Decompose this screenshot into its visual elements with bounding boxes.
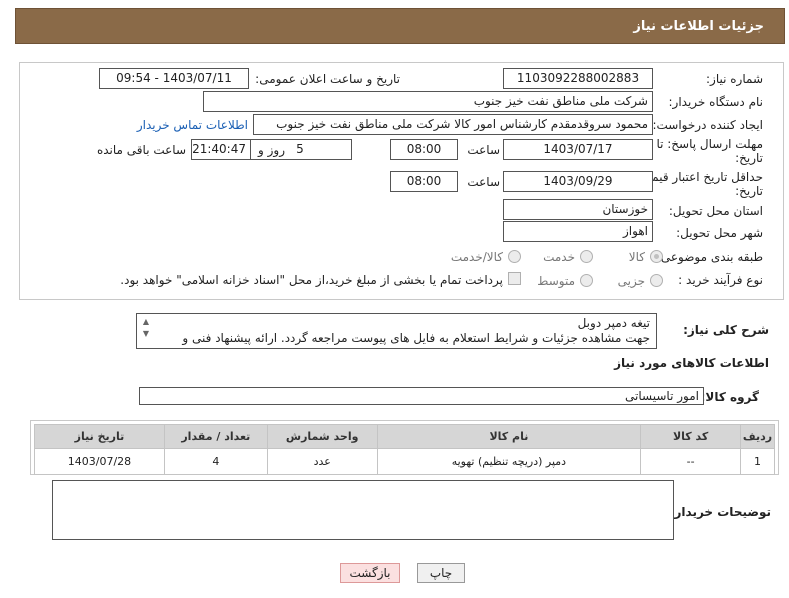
delivery-city-label: شهر محل تحویل: xyxy=(676,226,763,240)
buyer-org-field: شرکت ملی مناطق نفت خیز جنوب xyxy=(203,91,653,112)
goods-group-field: امور تاسیساتی xyxy=(139,387,704,405)
announce-datetime-label: تاریخ و ساعت اعلان عمومی: xyxy=(255,72,400,86)
price-validity-label-line2: تاریخ: xyxy=(735,184,763,198)
col-header-row: ردیف xyxy=(740,424,775,449)
cell-date: 1403/07/28 xyxy=(34,448,165,475)
page-header: جزئیات اطلاعات نیاز xyxy=(15,8,785,44)
process-option-minor: جزیی xyxy=(617,274,645,288)
description-line-1: تیغه دمپر دوبل xyxy=(577,316,650,330)
cell-row: 1 xyxy=(740,448,775,475)
buyer-contact-link[interactable]: اطلاعات تماس خریدار xyxy=(137,118,248,132)
treasury-payment-note: پرداخت تمام یا بخشی از مبلغ خرید،از محل … xyxy=(120,273,503,287)
description-line-2: جهت مشاهده جزئیات و شرایط استعلام به فای… xyxy=(182,331,650,348)
process-radio-minor[interactable] xyxy=(650,274,663,287)
category-radio-goods[interactable] xyxy=(650,250,663,263)
description-label: شرح کلی نیاز: xyxy=(683,323,769,337)
cell-code: -- xyxy=(640,448,742,475)
category-label: طبقه بندی موضوعی: xyxy=(656,250,763,264)
goods-group-label: گروه کالا: xyxy=(700,390,759,404)
delivery-city-field: اهواز xyxy=(503,221,653,242)
page-title: جزئیات اطلاعات نیاز xyxy=(633,19,764,34)
cell-unit: عدد xyxy=(266,448,378,475)
remaining-days-label: روز و xyxy=(258,143,285,157)
need-details-panel: شماره نیاز: 1103092288002883 تاریخ و ساع… xyxy=(19,62,784,300)
buyer-org-label: نام دستگاه خریدار: xyxy=(668,95,764,109)
buyer-notes-label: توضیحات خریدار: xyxy=(669,505,771,519)
reply-deadline-time-field: 08:00 xyxy=(390,139,458,160)
col-header-name: نام کالا xyxy=(376,424,642,449)
buyer-notes-field[interactable] xyxy=(52,480,674,540)
remaining-time-label: ساعت باقی مانده xyxy=(96,143,186,157)
price-validity-date-field: 1403/09/29 xyxy=(503,171,653,192)
requester-field: محمود سروقدمقدم کارشناس امور کالا شرکت م… xyxy=(253,114,653,135)
category-option-service: خدمت xyxy=(543,250,575,264)
goods-info-title: اطلاعات کالاهای مورد نیاز xyxy=(614,356,769,370)
category-option-goods-service: کالا/خدمت xyxy=(450,250,503,264)
remaining-time-field: 21:40:47 xyxy=(191,139,251,160)
reply-deadline-label-line2: تاریخ: xyxy=(735,151,763,165)
table-row: 1 -- دمپر (دریچه تنظیم) تهویه عدد 4 1403… xyxy=(34,448,775,475)
treasury-payment-checkbox[interactable] xyxy=(508,272,521,285)
category-radio-service[interactable] xyxy=(580,250,593,263)
price-validity-time-field: 08:00 xyxy=(390,171,458,192)
process-radio-medium[interactable] xyxy=(580,274,593,287)
reply-deadline-label-line1: مهلت ارسال پاسخ: تا xyxy=(656,137,763,151)
description-textarea[interactable]: ▲ ▼ تیغه دمپر دوبل جهت مشاهده جزئیات و ش… xyxy=(136,313,657,349)
requester-label: ایجاد کننده درخواست: xyxy=(652,118,763,132)
col-header-code: کد کالا xyxy=(640,424,742,449)
col-header-date: تاریخ نیاز xyxy=(34,424,165,449)
process-option-medium: متوسط xyxy=(537,274,575,288)
scroll-down-icon[interactable]: ▼ xyxy=(139,328,153,340)
price-validity-time-label: ساعت xyxy=(467,175,500,189)
reply-deadline-time-label: ساعت xyxy=(467,143,500,157)
col-header-unit: واحد شمارش xyxy=(266,424,378,449)
delivery-province-field: خوزستان xyxy=(503,199,653,220)
purchase-process-label: نوع فرآیند خرید : xyxy=(678,273,763,287)
reply-deadline-date-field: 1403/07/17 xyxy=(503,139,653,160)
category-radio-goods-service[interactable] xyxy=(508,250,521,263)
need-number-label: شماره نیاز: xyxy=(706,72,763,86)
category-option-goods: کالا xyxy=(628,250,645,264)
announce-datetime-field: 1403/07/11 - 09:54 xyxy=(99,68,249,89)
print-button[interactable]: چاپ xyxy=(417,563,465,583)
back-button[interactable]: بازگشت xyxy=(340,563,400,583)
cell-quantity: 4 xyxy=(163,448,268,475)
scroll-up-icon[interactable]: ▲ xyxy=(139,316,153,328)
delivery-province-label: استان محل تحویل: xyxy=(668,204,763,218)
col-header-quantity: تعداد / مقدار xyxy=(163,424,268,449)
description-scrollbar[interactable]: ▲ ▼ xyxy=(139,316,153,346)
items-table: ردیف کد کالا نام کالا واحد شمارش تعداد /… xyxy=(34,424,775,475)
cell-name: دمپر (دریچه تنظیم) تهویه xyxy=(376,448,642,475)
need-number-field: 1103092288002883 xyxy=(503,68,653,89)
